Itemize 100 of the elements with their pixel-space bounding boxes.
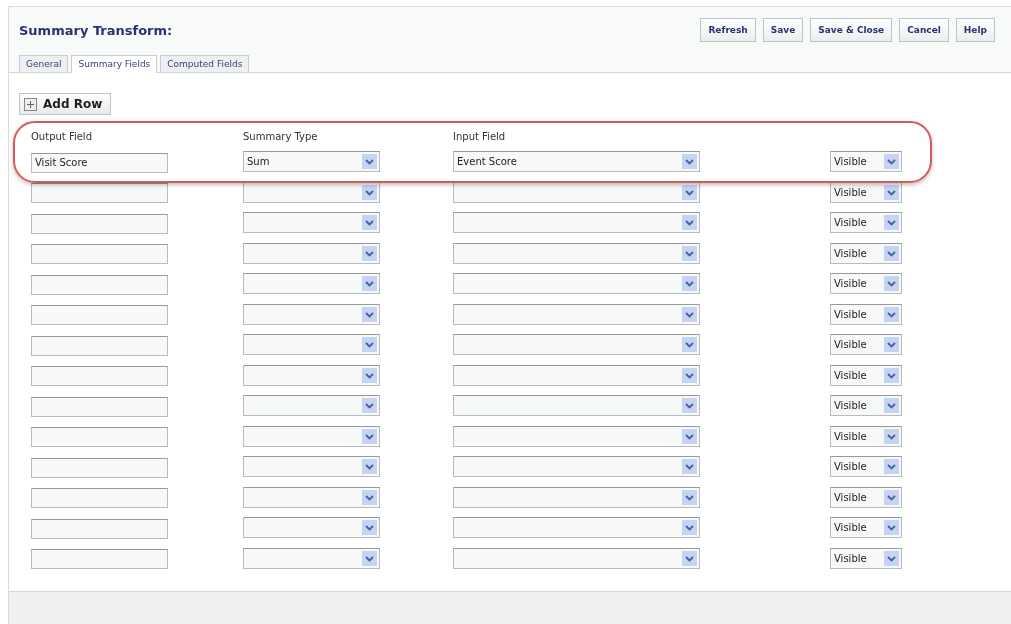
input-field-select[interactable] (453, 303, 700, 325)
caret-icon (682, 489, 697, 505)
caret-icon (362, 520, 377, 536)
caret-icon (884, 306, 899, 322)
input-field-select[interactable] (453, 395, 700, 417)
tab[interactable]: Computed Fields (160, 55, 250, 72)
summary-type-select[interactable] (243, 334, 380, 356)
visibility-select[interactable]: Visible (830, 486, 902, 508)
toolbar-button[interactable]: Cancel (899, 18, 949, 42)
caret-icon (682, 428, 697, 444)
input-field-select[interactable] (453, 486, 700, 508)
caret-icon (884, 184, 899, 200)
visibility-select[interactable]: Visible (830, 456, 902, 478)
caret-icon (362, 154, 377, 170)
summary-type-select[interactable] (243, 212, 380, 234)
caret-icon (362, 489, 377, 505)
caret-icon (884, 154, 899, 170)
summary-type-select[interactable] (243, 181, 380, 203)
output-field-input[interactable] (31, 427, 168, 447)
input-field-select[interactable] (453, 242, 700, 264)
caret-icon (884, 367, 899, 383)
input-field-select[interactable] (453, 547, 700, 569)
toolbar-button[interactable]: Save & Close (810, 18, 893, 42)
visibility-select[interactable]: Visible (830, 517, 902, 539)
caret-icon (362, 276, 377, 292)
caret-icon (362, 459, 377, 475)
output-field-input[interactable] (31, 366, 168, 386)
input-field-select[interactable] (453, 334, 700, 356)
caret-icon (884, 489, 899, 505)
caret-icon (682, 184, 697, 200)
summary-type-select[interactable] (243, 486, 380, 508)
output-field-input[interactable] (31, 335, 168, 356)
summary-type-select[interactable] (243, 547, 380, 569)
visibility-select[interactable]: Visible (830, 364, 902, 386)
caret-icon (682, 276, 697, 292)
summary-type-select[interactable] (243, 517, 380, 539)
summary-type-select[interactable] (243, 303, 380, 325)
plus-icon (24, 97, 37, 111)
caret-icon (682, 459, 697, 475)
input-field-select[interactable] (453, 212, 700, 234)
visibility-select[interactable]: Visible (830, 425, 902, 447)
column-label: Summary Type (243, 131, 319, 142)
visibility-select[interactable]: Visible (830, 395, 902, 417)
toolbar-button[interactable]: Help (955, 18, 995, 42)
output-field-input[interactable] (31, 305, 168, 325)
visibility-select[interactable]: Visible (830, 242, 902, 264)
caret-icon (362, 245, 377, 261)
input-field-select[interactable] (453, 181, 700, 203)
tab[interactable]: General (19, 55, 69, 72)
input-field-select[interactable] (453, 364, 700, 386)
caret-icon (884, 276, 899, 292)
visibility-select[interactable]: Visible (830, 273, 902, 295)
caret-icon (362, 428, 377, 444)
input-field-select[interactable]: Event Score (453, 151, 700, 173)
visibility-select[interactable]: Visible (830, 181, 902, 203)
caret-icon (884, 428, 899, 444)
summary-type-select[interactable]: Sum (243, 151, 380, 173)
output-field-input[interactable] (31, 183, 168, 203)
caret-icon (362, 306, 377, 322)
output-field-input[interactable] (31, 396, 168, 417)
toolbar-button[interactable]: Save (762, 18, 804, 42)
summary-type-select[interactable] (243, 456, 380, 478)
caret-icon (362, 337, 377, 353)
caret-icon (362, 367, 377, 383)
caret-icon (362, 215, 377, 231)
input-field-select[interactable] (453, 517, 700, 539)
output-field-input[interactable] (31, 244, 168, 264)
caret-icon (682, 337, 697, 353)
summary-type-select[interactable] (243, 273, 380, 295)
visibility-select[interactable]: Visible (830, 334, 902, 356)
caret-icon (682, 367, 697, 383)
summary-type-select[interactable] (243, 395, 380, 417)
caret-icon (682, 306, 697, 322)
summary-type-select[interactable] (243, 242, 380, 264)
visibility-select[interactable]: Visible (830, 547, 902, 569)
caret-icon (884, 398, 899, 414)
caret-icon (884, 550, 899, 566)
toolbar-button[interactable]: Refresh (700, 18, 756, 42)
visibility-select[interactable]: Visible (830, 212, 902, 234)
caret-icon (682, 154, 697, 170)
output-field-input[interactable] (31, 518, 168, 539)
caret-icon (682, 215, 697, 231)
caret-icon (884, 215, 899, 231)
output-field-input[interactable]: Visit Score (31, 152, 168, 173)
input-field-select[interactable] (453, 425, 700, 447)
summary-type-select[interactable] (243, 364, 380, 386)
add-row-button[interactable]: Add Row (19, 93, 112, 115)
tab[interactable]: Summary Fields (71, 55, 158, 73)
output-field-input[interactable] (31, 457, 168, 478)
column-label: Output Field (31, 131, 93, 142)
visibility-select[interactable]: Visible (830, 303, 902, 325)
output-field-input[interactable] (31, 213, 168, 234)
input-field-select[interactable] (453, 456, 700, 478)
visibility-select[interactable]: Visible (830, 151, 902, 173)
output-field-input[interactable] (31, 549, 168, 569)
input-field-select[interactable] (453, 273, 700, 295)
summary-type-select[interactable] (243, 425, 380, 447)
output-field-input[interactable] (31, 274, 168, 295)
caret-icon (362, 398, 377, 414)
output-field-input[interactable] (31, 488, 168, 508)
